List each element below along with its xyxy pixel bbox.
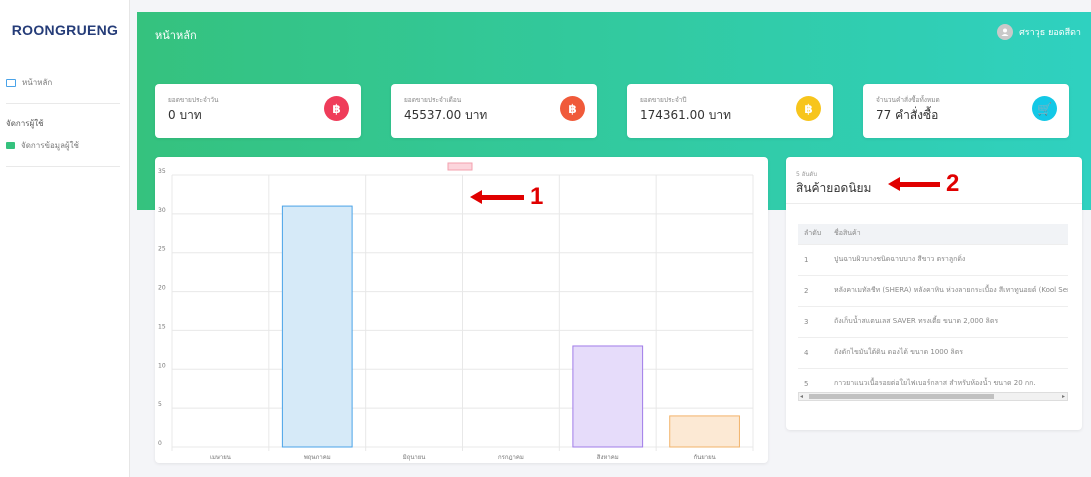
card-value: 174361.00 บาท — [640, 108, 731, 122]
table-row[interactable]: 1 ปูนฉาบผิวบางชนิดฉาบบาง สีขาว ตราลูกดิ่ง — [798, 243, 1068, 275]
x-tick-label: พฤษภาคม — [304, 454, 331, 461]
y-tick-label: 10 — [158, 362, 166, 369]
y-tick-label: 15 — [158, 323, 166, 330]
sidebar-section-title: จัดการผู้ใช้ — [6, 119, 44, 128]
summary-card: จำนวนคำสั่งซื้อทั้งหมด 77 คำสั่งซื้อ 🛒 — [863, 84, 1069, 138]
table-row[interactable]: 2 หลังคาเมทัลชีท (SHERA) หลังคาหิน ห่วงลา… — [798, 274, 1068, 306]
avatar — [997, 24, 1014, 40]
legend-swatch — [447, 162, 473, 171]
cart-icon: 🛒 — [1032, 96, 1057, 121]
popular-products-table: ลำดับ ชื่อสินค้า 1 ปูนฉาบผิวบางชนิดฉาบบาง… — [798, 224, 1068, 399]
bar-5 — [669, 415, 740, 448]
bar-4 — [572, 345, 644, 448]
y-tick-label: 0 — [158, 440, 162, 447]
scroll-left-icon[interactable]: ◂ — [800, 393, 803, 400]
rank-cell: 2 — [798, 274, 828, 306]
divider — [786, 203, 1082, 204]
baht-icon: ฿ — [560, 96, 585, 121]
sidebar-item-home[interactable]: หน้าหลัก — [6, 76, 52, 89]
card-value: 77 คำสั่งซื้อ — [876, 108, 939, 122]
sales-chart-card: 0 5 10 15 20 25 30 35 เมษายน พฤษภาคม มิถุนายน กรกฎา… — [155, 157, 768, 463]
summary-card: ยอดขายประจำเดือน 45537.00 บาท ฿ — [391, 84, 597, 138]
product-name-cell: ปูนฉาบผิวบางชนิดฉาบบาง สีขาว ตราลูกดิ่ง — [828, 243, 1068, 275]
arrow-left-icon — [888, 177, 900, 191]
rank-cell: 3 — [798, 305, 828, 337]
y-tick-label: 5 — [158, 401, 162, 408]
sidebar-divider — [6, 166, 120, 167]
sidebar: ROONGRUENG หน้าหลัก จัดการผู้ใช้ จัดการข… — [0, 0, 130, 477]
scroll-right-icon[interactable]: ▸ — [1062, 393, 1065, 400]
annotation-arrow-2: 2 — [888, 170, 959, 198]
brand-logo[interactable]: ROONGRUENG — [0, 22, 130, 38]
column-header: ลำดับ — [798, 224, 828, 244]
rank-cell: 1 — [798, 243, 828, 275]
product-name-cell: ถังเก็บน้ำสแตนเลส SAVER ทรงเตี้ย ขนาด 2,… — [828, 305, 1068, 337]
y-tick-label: 35 — [158, 168, 166, 175]
x-tick-label: มิถุนายน — [403, 454, 426, 461]
summary-card: ยอดขายประจำปี 174361.00 บาท ฿ — [627, 84, 833, 138]
rank-cell: 4 — [798, 336, 828, 368]
arrow-left-icon — [470, 190, 482, 204]
card-value: 0 บาท — [168, 108, 202, 122]
card-label: ยอดขายประจำเดือน — [404, 96, 462, 104]
x-tick-label: กรกฎาคม — [498, 454, 524, 461]
y-tick-label: 20 — [158, 285, 166, 292]
monitor-icon — [6, 78, 16, 87]
page-title: หน้าหลัก — [155, 29, 197, 42]
summary-card: ยอดขายประจำวัน 0 บาท ฿ — [155, 84, 361, 138]
sidebar-item-label: หน้าหลัก — [22, 78, 53, 87]
table-header-row: ลำดับ ชื่อสินค้า — [798, 224, 1068, 244]
column-header: ชื่อสินค้า — [828, 224, 1068, 244]
table-row[interactable]: 3 ถังเก็บน้ำสแตนเลส SAVER ทรงเตี้ย ขนาด 2… — [798, 305, 1068, 337]
sidebar-divider — [6, 103, 120, 104]
product-name-cell: ถังดักไขมันใต้ดิน ดองได้ ขนาด 1000 ลิตร — [828, 336, 1068, 368]
sidebar-item-label: จัดการข้อมูลผู้ใช้ — [21, 141, 79, 150]
card-label: จำนวนคำสั่งซื้อทั้งหมด — [876, 96, 940, 104]
x-tick-label: เมษายน — [210, 454, 231, 461]
arrow-shaft — [900, 181, 940, 187]
user-icon — [1001, 28, 1009, 36]
x-tick-label: สิงหาคม — [596, 454, 618, 461]
scrollbar-thumb[interactable] — [809, 394, 994, 399]
card-label: ยอดขายประจำปี — [640, 96, 687, 104]
card-label: ยอดขายประจำวัน — [168, 96, 219, 104]
card-value: 45537.00 บาท — [404, 108, 488, 122]
annotation-number: 2 — [946, 170, 960, 197]
y-tick-label: 30 — [158, 207, 166, 214]
y-tick-label: 25 — [158, 246, 166, 253]
product-name-cell: หลังคาเมทัลชีท (SHERA) หลังคาหิน ห่วงลาย… — [828, 274, 1068, 306]
sales-bar-chart: 0 5 10 15 20 25 30 35 เมษายน พฤษภาคม มิถุนายน กรกฎา… — [158, 162, 754, 461]
sidebar-item-manage-users[interactable]: จัดการข้อมูลผู้ใช้ — [6, 139, 79, 152]
baht-icon: ฿ — [324, 96, 349, 121]
annotation-number: 1 — [530, 183, 544, 210]
user-name: ศราวุธ ยอดสีดา — [1019, 28, 1081, 38]
annotation-arrow-1: 1 — [470, 183, 543, 211]
popular-title: สินค้ายอดนิยม — [796, 181, 872, 195]
bar-1 — [281, 205, 353, 448]
user-menu[interactable]: ศราวุธ ยอดสีดา — [997, 24, 1081, 40]
users-icon — [6, 142, 15, 149]
table-row[interactable]: 4 ถังดักไขมันใต้ดิน ดองได้ ขนาด 1000 ลิตร — [798, 336, 1068, 368]
baht-icon: ฿ — [796, 96, 821, 121]
x-tick-label: กันยายน — [693, 454, 715, 461]
popular-subtitle: 5 อันดับ — [796, 171, 818, 178]
horizontal-scrollbar[interactable]: ◂ ▸ — [798, 392, 1068, 401]
arrow-shaft — [482, 194, 524, 200]
